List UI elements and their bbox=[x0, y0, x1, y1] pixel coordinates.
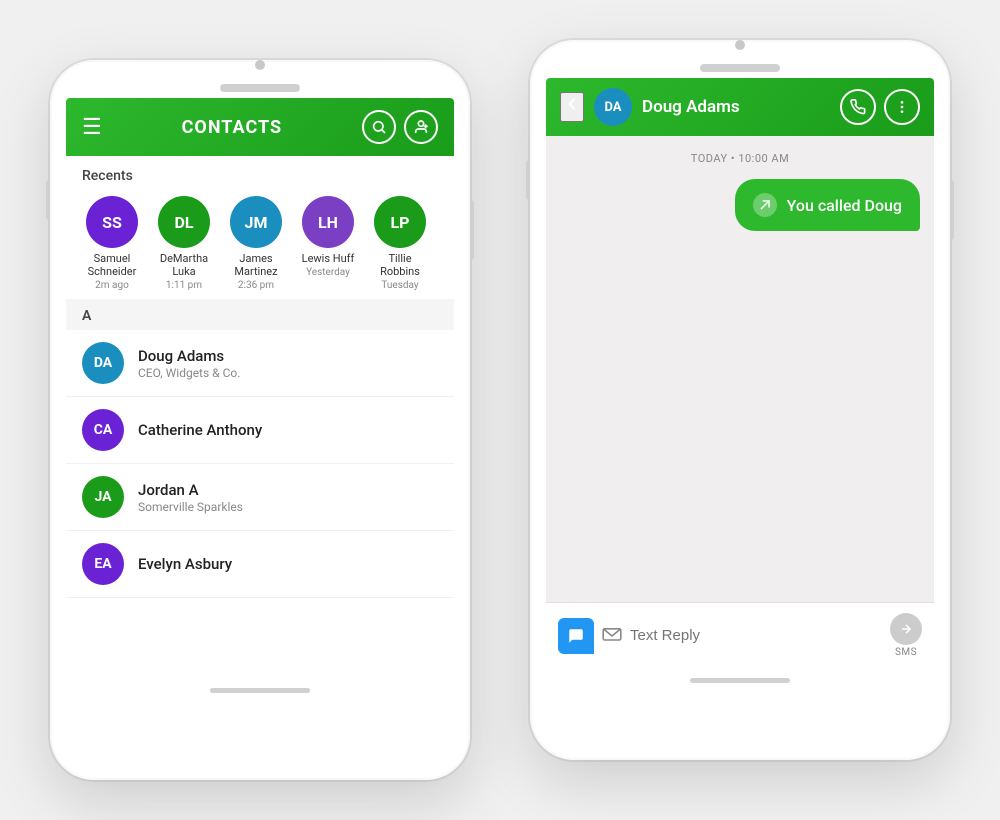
recent-time: Tuesday bbox=[381, 280, 418, 291]
call-icon-bubble bbox=[753, 193, 777, 217]
contact-name: Doug Adams bbox=[138, 347, 240, 365]
search-button[interactable] bbox=[362, 110, 396, 144]
recent-item[interactable]: DL DeMartha Luka 1:11 pm bbox=[154, 196, 214, 291]
menu-icon[interactable]: ☰ bbox=[82, 115, 102, 140]
left-screen: ☰ CONTACTS bbox=[66, 98, 454, 678]
chat-tab-icon[interactable] bbox=[558, 618, 594, 654]
contact-item-da[interactable]: DA Doug Adams CEO, Widgets & Co. bbox=[66, 330, 454, 397]
recent-name: Tillie Robbins bbox=[370, 252, 430, 278]
contact-item-ea[interactable]: EA Evelyn Asbury bbox=[66, 531, 454, 598]
home-bar-left bbox=[210, 688, 310, 693]
recent-name: Samuel Schneider bbox=[82, 252, 142, 278]
chat-contact-avatar: DA bbox=[594, 88, 632, 126]
chat-header-icons bbox=[840, 89, 920, 125]
contact-sub: Somerville Sparkles bbox=[138, 500, 243, 514]
avatar: DL bbox=[158, 196, 210, 248]
right-phone: DA Doug Adams TODA bbox=[530, 40, 950, 760]
chat-contact-name: Doug Adams bbox=[642, 97, 830, 117]
avatar: LP bbox=[374, 196, 426, 248]
left-phone: ☰ CONTACTS bbox=[50, 60, 470, 780]
avatar: LH bbox=[302, 196, 354, 248]
avatar: SS bbox=[86, 196, 138, 248]
contacts-header: ☰ CONTACTS bbox=[66, 98, 454, 156]
chat-bubble: You called Doug bbox=[735, 179, 920, 231]
recent-time: 2m ago bbox=[95, 280, 129, 291]
recents-list: SS Samuel Schneider 2m ago DL DeMartha L… bbox=[82, 196, 438, 291]
contact-avatar: DA bbox=[82, 342, 124, 384]
speaker-left bbox=[220, 84, 300, 92]
chat-body: TODAY • 10:00 AM You called Doug bbox=[546, 136, 934, 602]
send-button[interactable] bbox=[890, 613, 922, 645]
chat-input-area: SMS bbox=[546, 602, 934, 668]
contact-item-ja[interactable]: JA Jordan A Somerville Sparkles bbox=[66, 464, 454, 531]
contact-avatar: JA bbox=[82, 476, 124, 518]
recent-name: Lewis Huff bbox=[302, 252, 355, 265]
header-icons bbox=[362, 110, 438, 144]
recents-section: Recents SS Samuel Schneider 2m ago DL De… bbox=[66, 156, 454, 299]
chat-header: DA Doug Adams bbox=[546, 78, 934, 136]
recents-label: Recents bbox=[82, 168, 438, 184]
alpha-section: A bbox=[66, 299, 454, 330]
recent-item[interactable]: LH Lewis Huff Yesterday bbox=[298, 196, 358, 291]
contact-sub: CEO, Widgets & Co. bbox=[138, 366, 240, 380]
recent-item[interactable]: JM James Martinez 2:36 pm bbox=[226, 196, 286, 291]
home-bar-right bbox=[690, 678, 790, 683]
camera-right bbox=[735, 40, 745, 50]
contacts-title: CONTACTS bbox=[182, 117, 282, 138]
contact-name: Jordan A bbox=[138, 481, 243, 499]
text-reply-input[interactable] bbox=[630, 627, 882, 644]
recent-name: James Martinez bbox=[226, 252, 286, 278]
recent-time: 2:36 pm bbox=[238, 280, 274, 291]
contact-info: Catherine Anthony bbox=[138, 421, 262, 439]
call-button[interactable] bbox=[840, 89, 876, 125]
contact-item-ca[interactable]: CA Catherine Anthony bbox=[66, 397, 454, 464]
recent-item[interactable]: LP Tillie Robbins Tuesday bbox=[370, 196, 430, 291]
bubble-text: You called Doug bbox=[787, 196, 902, 215]
chat-timestamp: TODAY • 10:00 AM bbox=[560, 152, 920, 165]
contact-info: Jordan A Somerville Sparkles bbox=[138, 481, 243, 514]
phones-container: ☰ CONTACTS bbox=[50, 20, 950, 800]
contact-info: Evelyn Asbury bbox=[138, 555, 232, 573]
contact-avatar: EA bbox=[82, 543, 124, 585]
recent-name: DeMartha Luka bbox=[154, 252, 214, 278]
speaker-right bbox=[700, 64, 780, 72]
contact-info: Doug Adams CEO, Widgets & Co. bbox=[138, 347, 240, 380]
recent-time: 1:11 pm bbox=[166, 280, 202, 291]
contact-name: Catherine Anthony bbox=[138, 421, 262, 439]
right-screen: DA Doug Adams TODA bbox=[546, 78, 934, 668]
avatar: JM bbox=[230, 196, 282, 248]
contact-avatar: CA bbox=[82, 409, 124, 451]
add-contact-button[interactable] bbox=[404, 110, 438, 144]
back-button[interactable] bbox=[560, 92, 584, 122]
recent-time: Yesterday bbox=[306, 267, 350, 278]
sms-icon-area bbox=[602, 628, 622, 644]
more-options-button[interactable] bbox=[884, 89, 920, 125]
sms-label: SMS bbox=[895, 647, 917, 658]
alpha-letter: A bbox=[82, 308, 91, 324]
camera-left bbox=[255, 60, 265, 70]
contact-name: Evelyn Asbury bbox=[138, 555, 232, 573]
recent-item[interactable]: SS Samuel Schneider 2m ago bbox=[82, 196, 142, 291]
